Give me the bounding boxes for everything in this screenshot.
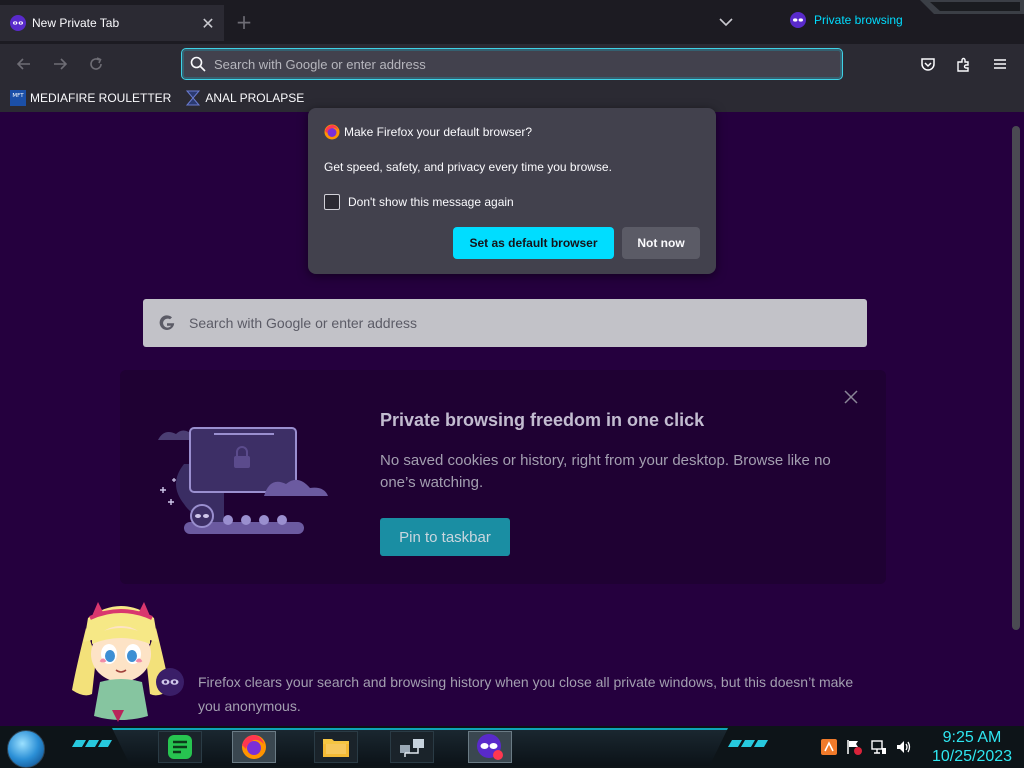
address-bar[interactable] bbox=[181, 48, 843, 80]
windows-taskbar: 9:25 AM 10/25/2023 bbox=[0, 726, 1024, 768]
flag-alert-icon bbox=[846, 739, 862, 755]
sigma-favicon-icon bbox=[186, 90, 201, 106]
content-search-placeholder: Search with Google or enter address bbox=[189, 315, 418, 331]
clock-date: 10/25/2023 bbox=[931, 748, 1013, 765]
bookmark-label: MEDIAFIRE ROULETTER bbox=[30, 91, 172, 105]
private-browsing-promo: Private browsing freedom in one click No… bbox=[120, 370, 886, 584]
firefox-logo-icon bbox=[324, 124, 340, 140]
list-all-tabs-button[interactable] bbox=[714, 10, 738, 34]
taskbar-clock[interactable]: 9:25 AM 10/25/2023 bbox=[928, 728, 1016, 766]
close-icon bbox=[844, 390, 858, 404]
not-now-button[interactable]: Not now bbox=[622, 227, 700, 259]
network-monitor-icon bbox=[870, 739, 886, 754]
scrollbar-thumb[interactable] bbox=[1012, 126, 1020, 630]
forward-button[interactable] bbox=[48, 52, 72, 76]
start-button[interactable] bbox=[7, 730, 45, 768]
search-icon bbox=[190, 56, 206, 72]
folder-icon bbox=[323, 739, 349, 757]
system-tray bbox=[820, 738, 912, 755]
page-scrollbar[interactable] bbox=[1008, 112, 1024, 726]
tray-app-icon[interactable] bbox=[820, 738, 837, 755]
app-menu-button[interactable] bbox=[988, 52, 1012, 76]
hamburger-menu-icon bbox=[994, 59, 1006, 69]
mft-favicon-icon: MFT bbox=[10, 90, 26, 106]
speaker-icon bbox=[896, 740, 910, 753]
navigation-toolbar bbox=[0, 44, 1024, 84]
private-browsing-label: Private browsing bbox=[814, 13, 903, 27]
chevron-down-icon bbox=[719, 18, 733, 27]
private-browsing-indicator: Private browsing bbox=[790, 12, 903, 28]
reload-icon bbox=[90, 57, 102, 70]
private-browsing-notice: Firefox clears your search and browsing … bbox=[198, 674, 854, 714]
network-computers-icon bbox=[400, 739, 424, 757]
taskbar-app-firefox[interactable] bbox=[232, 731, 276, 763]
private-mask-icon bbox=[790, 12, 806, 28]
checkbox-label: Don't show this message again bbox=[348, 195, 514, 209]
orange-app-icon bbox=[820, 738, 837, 755]
set-as-default-button[interactable]: Set as default browser bbox=[453, 227, 614, 259]
checkbox-box[interactable] bbox=[324, 194, 340, 210]
back-button[interactable] bbox=[12, 52, 36, 76]
reload-button[interactable] bbox=[84, 52, 108, 76]
taskbar-app-network[interactable] bbox=[390, 731, 434, 763]
private-mask-icon bbox=[10, 15, 26, 31]
close-tab-icon[interactable]: ✕ bbox=[196, 11, 220, 35]
taskbar-decoration-left bbox=[71, 740, 113, 747]
popup-header: Make Firefox your default browser? bbox=[324, 124, 532, 140]
pocket-button[interactable] bbox=[916, 52, 940, 76]
bookmark-anal-prolapse[interactable]: ANAL PROLAPSE bbox=[185, 86, 304, 110]
promo-description: No saved cookies or history, right from … bbox=[380, 452, 831, 491]
taskbar-decoration-right bbox=[727, 740, 769, 747]
close-promo-button[interactable] bbox=[840, 386, 862, 408]
taskbar-app-file-explorer[interactable] bbox=[314, 731, 358, 763]
default-browser-prompt: Make Firefox your default browser? Get s… bbox=[308, 108, 716, 274]
private-mask-icon bbox=[156, 668, 184, 696]
puzzle-piece-icon bbox=[957, 57, 969, 72]
pin-to-taskbar-button[interactable]: Pin to taskbar bbox=[380, 518, 510, 556]
firefox-private-icon bbox=[477, 734, 503, 760]
taskbar-app-notes[interactable] bbox=[158, 731, 202, 763]
taskbar-app-firefox-private[interactable] bbox=[468, 731, 512, 763]
mft-favicon-text: MFT bbox=[12, 93, 24, 99]
tab-bar: New Private Tab ✕ + Private browsing bbox=[0, 0, 1024, 44]
window-corner-decoration bbox=[920, 0, 1024, 14]
tray-action-center[interactable] bbox=[845, 738, 862, 755]
tab-new-private[interactable]: New Private Tab ✕ bbox=[0, 5, 224, 41]
clock-time: 9:25 AM bbox=[942, 729, 1002, 746]
private-window-illustration bbox=[158, 427, 328, 534]
bookmark-label: ANAL PROLAPSE bbox=[205, 91, 305, 105]
promo-title: Private browsing freedom in one click bbox=[380, 410, 705, 430]
google-g-icon bbox=[159, 315, 175, 330]
new-tab-button[interactable]: + bbox=[232, 10, 256, 34]
tab-title: New Private Tab bbox=[32, 16, 120, 30]
dont-show-again-checkbox[interactable]: Don't show this message again bbox=[324, 194, 514, 210]
address-input[interactable] bbox=[214, 56, 814, 72]
cartoon-character-overlay bbox=[72, 602, 170, 722]
firefox-logo-icon bbox=[242, 735, 266, 759]
extensions-button[interactable] bbox=[952, 52, 976, 76]
popup-message: Get speed, safety, and privacy every tim… bbox=[324, 160, 612, 174]
pocket-icon bbox=[921, 58, 935, 71]
tray-network[interactable] bbox=[870, 738, 887, 755]
green-notes-icon bbox=[168, 735, 192, 759]
content-search-box[interactable]: Search with Google or enter address bbox=[143, 299, 867, 347]
tray-volume[interactable] bbox=[895, 738, 912, 755]
bookmark-mediafire-rouletter[interactable]: MFT MEDIAFIRE ROULETTER bbox=[10, 86, 171, 110]
arrow-right-icon bbox=[54, 58, 68, 70]
arrow-left-icon bbox=[16, 58, 30, 70]
popup-title: Make Firefox your default browser? bbox=[344, 125, 533, 139]
